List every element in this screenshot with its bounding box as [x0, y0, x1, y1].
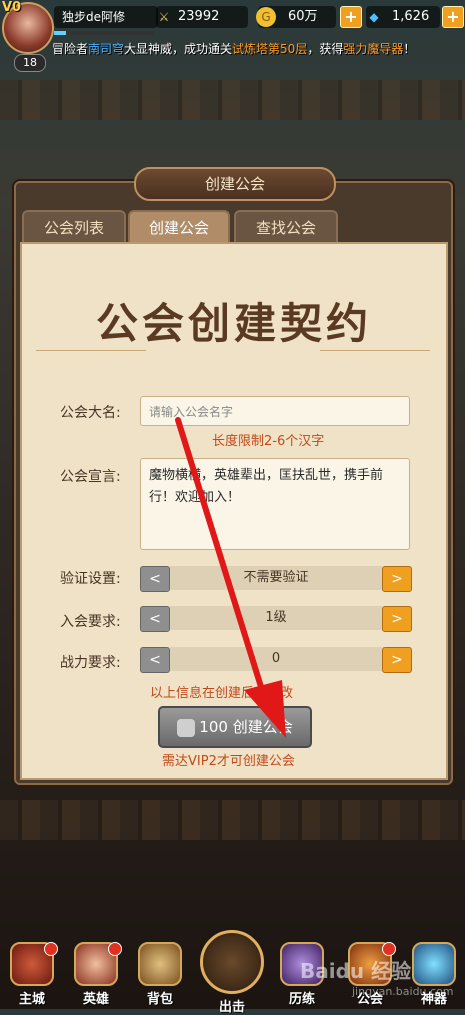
watermark-url: jingyan.baidu.com [352, 985, 454, 998]
crossed-swords-icon [200, 930, 264, 994]
nav-main-city[interactable]: 主城 [6, 942, 58, 1007]
notification-dot [108, 942, 122, 956]
nav-label: 英雄 [82, 992, 109, 1007]
watermark: Baidu 经验 [300, 959, 412, 983]
backpack-icon [138, 942, 182, 986]
nav-label: 背包 [146, 992, 173, 1007]
nav-attack[interactable]: 出击 [198, 930, 266, 1015]
nav-label: 出击 [218, 1000, 245, 1015]
crystal-icon [412, 942, 456, 986]
nav-backpack[interactable]: 背包 [134, 942, 186, 1007]
notification-dot [44, 942, 58, 956]
nav-label: 历练 [288, 992, 315, 1007]
notification-dot [382, 942, 396, 956]
red-arrow-annotation [175, 417, 286, 738]
nav-label: 主城 [18, 992, 45, 1007]
nav-heroes[interactable]: 英雄 [70, 942, 122, 1007]
